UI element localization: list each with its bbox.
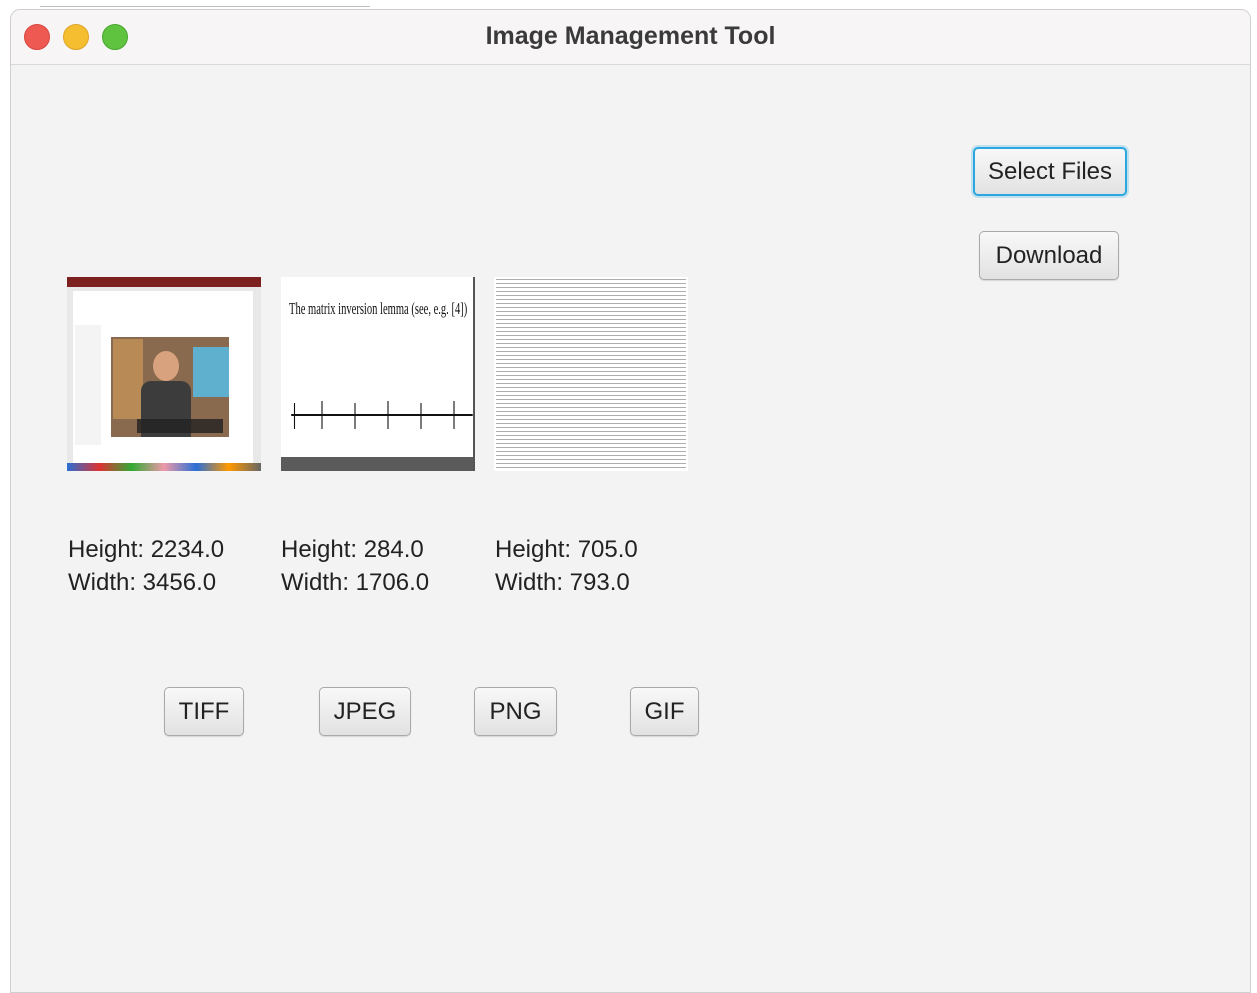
formula-graphic — [291, 401, 473, 429]
image-1-width: Width: 3456.0 — [68, 569, 217, 596]
image-thumbnail-3[interactable] — [494, 277, 688, 471]
image-3-height: Height: 705.0 — [495, 536, 638, 563]
png-format-button[interactable]: PNG — [474, 687, 557, 736]
image-1-height: Height: 2234.0 — [68, 536, 225, 563]
tiff-format-button[interactable]: TIFF — [164, 687, 244, 736]
app-window: Image Management Tool Select Files Downl… — [10, 9, 1251, 993]
window-title: Image Management Tool — [485, 22, 776, 50]
thumbnail-caption: The matrix inversion lemma (see, e.g. [4… — [289, 299, 468, 318]
image-3-dimensions: Height: 705.0 Width: 793.0 — [495, 533, 638, 599]
jpeg-format-button[interactable]: JPEG — [319, 687, 411, 736]
download-button[interactable]: Download — [979, 231, 1119, 280]
image-2-dimensions: Height: 284.0 Width: 1706.0 — [281, 533, 429, 599]
gif-format-button[interactable]: GIF — [630, 687, 699, 736]
select-files-button[interactable]: Select Files — [973, 147, 1127, 196]
background-window-edge — [40, 0, 370, 7]
image-thumbnail-1[interactable] — [67, 277, 261, 471]
title-bar: Image Management Tool — [11, 10, 1250, 65]
image-2-width: Width: 1706.0 — [281, 569, 430, 596]
image-1-dimensions: Height: 2234.0 Width: 3456.0 — [68, 533, 224, 599]
image-3-width: Width: 793.0 — [495, 569, 630, 596]
image-2-height: Height: 284.0 — [281, 536, 424, 563]
image-thumbnail-2[interactable]: The matrix inversion lemma (see, e.g. [4… — [281, 277, 475, 471]
